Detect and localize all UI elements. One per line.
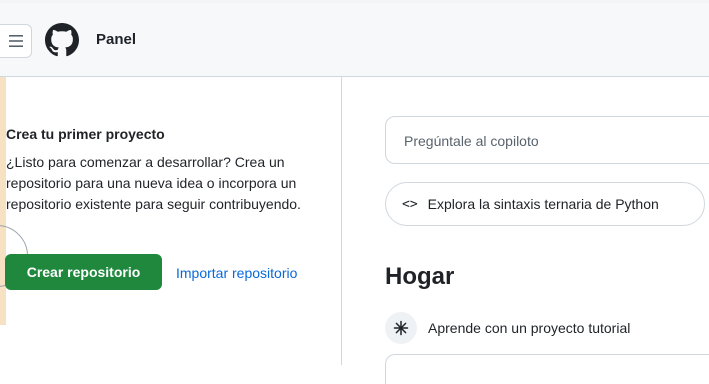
- hamburger-menu-icon: [9, 35, 23, 47]
- copilot-ask-input[interactable]: Pregúntale al copiloto: [385, 116, 709, 164]
- import-repository-link[interactable]: Importar repositorio: [176, 265, 297, 281]
- code-icon: <>: [402, 196, 418, 212]
- page-title: Panel: [96, 31, 137, 48]
- github-logo-icon[interactable]: [45, 23, 79, 57]
- suggestion-pill-label: Explora la sintaxis ternaria de Python: [427, 196, 659, 212]
- menu-button[interactable]: [0, 24, 32, 58]
- home-heading: Hogar: [385, 263, 455, 290]
- first-project-heading: Crea tu primer proyecto: [6, 126, 165, 142]
- copilot-placeholder: Pregúntale al copiloto: [404, 133, 539, 149]
- suggestion-pill[interactable]: <> Explora la sintaxis ternaria de Pytho…: [385, 182, 705, 226]
- top-header: Panel: [0, 3, 709, 77]
- tutorial-item[interactable]: Aprende con un proyecto tutorial: [385, 311, 630, 345]
- first-project-description: ¿Listo para comenzar a desarrollar? Crea…: [6, 154, 301, 212]
- tutorial-label: Aprende con un proyecto tutorial: [428, 320, 631, 336]
- left-sidebar-panel: Crea tu primer proyecto ¿Listo para come…: [0, 77, 342, 365]
- create-repository-button[interactable]: Crear repositorio: [5, 254, 162, 290]
- content-card: [385, 354, 709, 384]
- sparkle-icon: [385, 312, 417, 344]
